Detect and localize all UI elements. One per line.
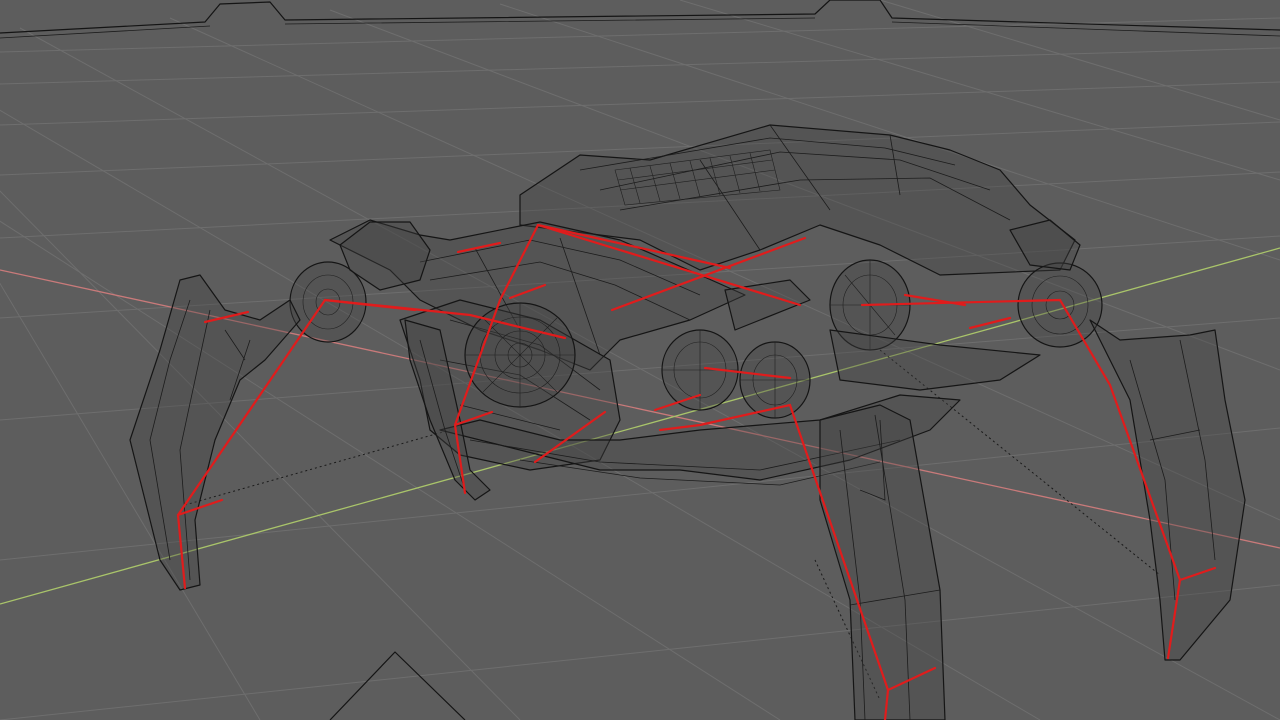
front-left-leg[interactable] <box>129 274 301 591</box>
background-mesh <box>0 0 1280 39</box>
leg-guides <box>184 349 1161 701</box>
rear-right-leg[interactable] <box>1089 319 1246 661</box>
3d-viewport[interactable] <box>0 0 1280 720</box>
ground-marker <box>329 651 466 720</box>
right-shoulder-joint <box>1009 219 1103 348</box>
